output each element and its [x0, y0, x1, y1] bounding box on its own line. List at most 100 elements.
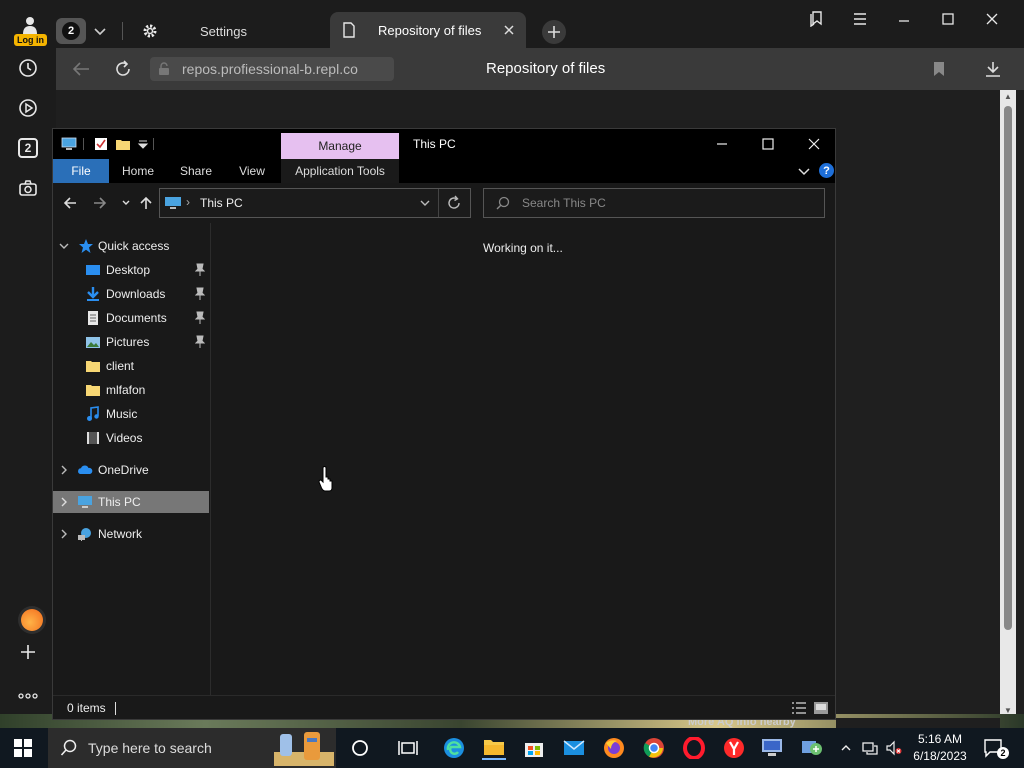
reload-icon — [116, 60, 130, 76]
tree-item-documents[interactable]: Documents — [53, 307, 209, 329]
tab-counter[interactable]: 2 — [56, 18, 114, 44]
cortana-button[interactable] — [348, 736, 372, 760]
properties-checkbox-icon[interactable] — [93, 136, 109, 152]
chevron-right-icon[interactable] — [58, 528, 70, 540]
tree-item-music[interactable]: Music — [53, 403, 209, 425]
clock-icon — [19, 59, 37, 77]
tree-label: Music — [106, 407, 138, 421]
ribbon-tab-file[interactable]: File — [53, 159, 109, 183]
desktop-icon — [86, 265, 100, 275]
refresh-icon[interactable] — [446, 195, 462, 211]
large-icons-view-icon[interactable] — [813, 701, 829, 715]
recent-locations-button[interactable] — [117, 193, 135, 213]
history-button[interactable] — [16, 56, 40, 80]
explorer-close-button[interactable] — [799, 133, 829, 155]
help-icon[interactable]: ? — [819, 163, 834, 178]
chevron-down-icon[interactable] — [58, 240, 70, 252]
firefox-app[interactable] — [602, 736, 626, 760]
tabs-panel-button[interactable]: 2 — [16, 136, 40, 160]
manage-contextual-tab[interactable]: Manage — [281, 133, 399, 159]
explorer-minimize-button[interactable] — [707, 133, 737, 155]
explorer-search-box[interactable] — [483, 188, 825, 218]
scroll-up-icon[interactable]: ▲ — [1003, 92, 1013, 102]
tree-item-client[interactable]: client — [53, 355, 209, 377]
tree-item-videos[interactable]: Videos — [53, 427, 209, 449]
show-hidden-icons-button[interactable] — [838, 740, 854, 756]
tree-item-onedrive[interactable]: OneDrive — [53, 459, 209, 481]
screenshot-button[interactable] — [16, 176, 40, 200]
ribbon-tab-home[interactable]: Home — [113, 159, 163, 183]
chrome-app[interactable] — [642, 736, 666, 760]
arrow-left-icon — [72, 62, 89, 76]
ribbon-expand-icon[interactable] — [797, 163, 811, 179]
back-button[interactable] — [70, 58, 92, 80]
minimize-button[interactable] — [892, 8, 916, 30]
download-button[interactable] — [982, 58, 1004, 80]
menu-button[interactable] — [848, 8, 872, 30]
explorer-address-field[interactable]: › This PC — [159, 188, 471, 218]
tree-label: mlfafon — [106, 383, 146, 397]
system-clock[interactable]: 5:16 AM 6/18/2023 — [906, 731, 974, 765]
maximize-icon — [942, 13, 954, 25]
file-list-pane[interactable]: Working on it... — [211, 223, 835, 695]
chevron-down-icon[interactable] — [92, 22, 108, 40]
tab-settings[interactable]: Settings — [130, 14, 330, 48]
ribbon-tab-share[interactable]: Share — [171, 159, 221, 183]
control-panel-app[interactable] — [800, 736, 824, 760]
extension-button[interactable] — [18, 606, 46, 634]
chevron-right-icon[interactable] — [58, 464, 70, 476]
tree-item-desktop[interactable]: Desktop — [53, 259, 209, 281]
tab-repository[interactable]: Repository of files — [330, 12, 526, 48]
video-button[interactable] — [16, 96, 40, 120]
up-button[interactable] — [137, 193, 155, 213]
tab-count-button[interactable]: 2 — [56, 18, 86, 44]
new-tab-button[interactable] — [542, 20, 566, 44]
network-app[interactable] — [760, 736, 784, 760]
explorer-forward-button[interactable] — [91, 193, 109, 213]
notifications-button[interactable]: 2 — [984, 738, 1009, 759]
file-explorer-app[interactable] — [482, 736, 506, 760]
computer-icon[interactable] — [61, 136, 77, 152]
bookmark-button[interactable] — [928, 58, 950, 80]
tree-item-mlfafon[interactable]: mlfafon — [53, 379, 209, 401]
chevron-right-icon[interactable] — [58, 496, 70, 508]
chevron-down-icon[interactable] — [418, 195, 432, 211]
chevron-up-icon — [841, 745, 851, 751]
add-sidebar-button[interactable] — [16, 640, 40, 664]
maximize-icon — [762, 138, 774, 150]
ribbon-tab-view[interactable]: View — [227, 159, 277, 183]
tree-item-this-pc[interactable]: This PC — [53, 491, 209, 513]
reload-button[interactable] — [112, 58, 134, 80]
store-app[interactable] — [522, 736, 546, 760]
tree-item-network[interactable]: Network — [53, 523, 209, 545]
maximize-button[interactable] — [936, 8, 960, 30]
start-button[interactable] — [0, 728, 46, 768]
task-view-button[interactable] — [396, 736, 420, 760]
page-scrollbar[interactable]: ▲ ▼ — [1000, 90, 1016, 718]
scrollbar-thumb[interactable] — [1004, 106, 1012, 630]
search-input[interactable] — [522, 194, 812, 212]
customize-qa-icon[interactable] — [135, 136, 151, 152]
close-tab-icon[interactable] — [502, 23, 516, 37]
tree-item-pictures[interactable]: Pictures — [53, 331, 209, 353]
search-icon — [496, 196, 510, 210]
mail-app[interactable] — [562, 736, 586, 760]
edge-app[interactable] — [442, 736, 466, 760]
yandex-app[interactable] — [722, 736, 746, 760]
bookmarks-panel-button[interactable] — [804, 8, 828, 30]
login-button[interactable]: Log in — [12, 14, 48, 48]
tree-item-quick-access[interactable]: Quick access — [53, 235, 209, 257]
details-view-icon[interactable] — [791, 701, 807, 715]
explorer-maximize-button[interactable] — [753, 133, 783, 155]
ribbon-tab-application-tools[interactable]: Application Tools — [281, 159, 399, 183]
url-field[interactable]: repos.profiessional-b.repl.co — [150, 57, 394, 81]
opera-app[interactable] — [682, 736, 706, 760]
explorer-back-button[interactable] — [61, 193, 79, 213]
close-window-button[interactable] — [980, 8, 1004, 30]
more-sidebar-button[interactable] — [16, 684, 40, 708]
tree-item-downloads[interactable]: Downloads — [53, 283, 209, 305]
taskbar-search-box[interactable]: Type here to search — [48, 728, 336, 768]
network-status-button[interactable] — [862, 740, 878, 756]
volume-button[interactable] — [886, 740, 902, 756]
new-folder-icon[interactable] — [115, 136, 131, 152]
